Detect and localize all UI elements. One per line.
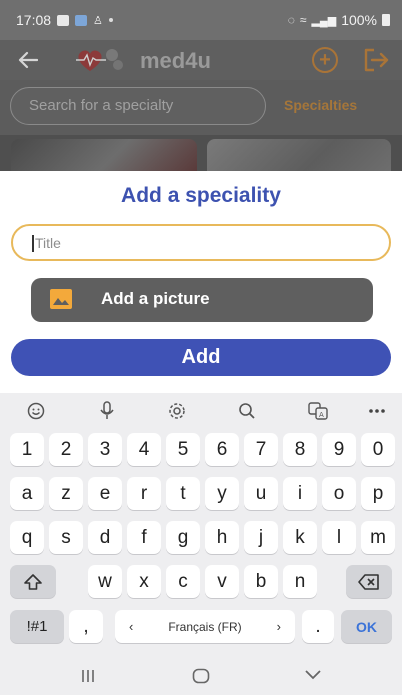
back-button[interactable] (8, 40, 48, 80)
specialty-card[interactable] (207, 139, 391, 171)
key-f[interactable]: f (127, 521, 161, 554)
backspace-icon (358, 573, 379, 590)
heart-logo-icon (76, 49, 123, 71)
key-3[interactable]: 3 (88, 433, 122, 466)
emoji-icon[interactable] (26, 401, 46, 421)
add-specialty-sheet: Add a speciality Title Add a picture Add (0, 171, 402, 393)
keyboard-language: Français (FR) (168, 619, 242, 634)
text-cursor (32, 235, 34, 252)
search-placeholder: Search for a specialty (29, 97, 174, 114)
app-notification-icon (75, 14, 88, 26)
chevron-down-icon (305, 670, 321, 680)
key-h[interactable]: h (205, 521, 239, 554)
home-button[interactable] (192, 668, 210, 689)
key-i[interactable]: i (283, 477, 317, 510)
key-s[interactable]: s (49, 521, 83, 554)
specialty-card[interactable] (11, 139, 197, 171)
key-t[interactable]: t (166, 477, 200, 510)
ok-key[interactable]: OK (341, 610, 392, 643)
sheet-title: Add a speciality (121, 184, 281, 207)
key-y[interactable]: y (205, 477, 239, 510)
key-1[interactable]: 1 (10, 433, 44, 466)
tab-specialties[interactable]: Specialties (284, 97, 357, 113)
key-6[interactable]: 6 (205, 433, 239, 466)
add-specialty-button[interactable]: + (312, 47, 338, 73)
key-p[interactable]: p (361, 477, 395, 510)
title-input[interactable]: Title (11, 224, 391, 261)
key-z[interactable]: z (49, 477, 83, 510)
key-o[interactable]: o (322, 477, 356, 510)
status-bar: 17:08 ♙ ◌ ≈ ▂▄▆ 100% (0, 0, 402, 40)
settings-icon[interactable] (167, 401, 187, 421)
system-nav-bar (0, 660, 402, 695)
shift-icon (24, 573, 42, 590)
key-e[interactable]: e (88, 477, 122, 510)
symbols-key[interactable]: !#1 (10, 610, 64, 643)
key-2[interactable]: 2 (49, 433, 83, 466)
app-bar: med4u + (0, 40, 402, 80)
key-d[interactable]: d (88, 521, 122, 554)
key-8[interactable]: 8 (283, 433, 317, 466)
on-screen-keyboard: A 1 2 3 4 5 6 7 8 9 0 a z e r t y u i o … (0, 393, 402, 660)
battery-level: 100% (341, 12, 377, 28)
period-key[interactable]: . (302, 610, 334, 643)
image-icon (50, 289, 72, 309)
translate-icon[interactable]: A (308, 401, 328, 421)
specialty-cards (0, 135, 402, 171)
arrow-left-icon (18, 51, 38, 69)
key-n[interactable]: n (283, 565, 317, 598)
key-w[interactable]: w (88, 565, 122, 598)
add-picture-label: Add a picture (101, 289, 210, 308)
home-icon (192, 668, 210, 684)
svg-text:A: A (319, 411, 324, 419)
battery-icon (382, 14, 390, 26)
key-u[interactable]: u (244, 477, 278, 510)
recent-apps-button[interactable] (80, 668, 96, 689)
key-l[interactable]: l (322, 521, 356, 554)
chevron-left-icon: ‹ (129, 619, 134, 634)
key-5[interactable]: 5 (166, 433, 200, 466)
key-0[interactable]: 0 (361, 433, 395, 466)
notification-dot-icon (108, 18, 113, 22)
add-button[interactable]: Add (11, 339, 391, 376)
key-v[interactable]: v (205, 565, 239, 598)
key-9[interactable]: 9 (322, 433, 356, 466)
search-row: Search for a specialty Specialties (0, 80, 402, 135)
gallery-notification-icon (57, 14, 70, 26)
key-k[interactable]: k (283, 521, 317, 554)
chevron-right-icon: › (276, 619, 281, 634)
logout-icon[interactable] (362, 47, 390, 73)
hotspot-icon: ◌ (287, 13, 295, 27)
wifi-icon: ≈ (299, 13, 307, 27)
add-picture-button[interactable]: Add a picture (31, 278, 373, 322)
key-x[interactable]: x (127, 565, 161, 598)
key-c[interactable]: c (166, 565, 200, 598)
key-j[interactable]: j (244, 521, 278, 554)
key-b[interactable]: b (244, 565, 278, 598)
recent-apps-icon (82, 670, 94, 682)
hide-keyboard-button[interactable] (304, 668, 322, 686)
search-input[interactable]: Search for a specialty (10, 87, 266, 125)
microphone-icon[interactable] (97, 401, 117, 421)
app-title: med4u (140, 48, 211, 73)
key-g[interactable]: g (166, 521, 200, 554)
key-7[interactable]: 7 (244, 433, 278, 466)
space-key[interactable]: ‹ Français (FR) › (115, 610, 295, 643)
backspace-key[interactable] (346, 565, 392, 598)
signal-icon: ▂▄▆ (311, 14, 337, 27)
key-4[interactable]: 4 (127, 433, 161, 466)
key-q[interactable]: q (10, 521, 44, 554)
comma-key[interactable]: , (69, 610, 103, 643)
accessibility-icon: ♙ (93, 14, 103, 27)
key-m[interactable]: m (361, 521, 395, 554)
status-time: 17:08 (16, 12, 52, 28)
shift-key[interactable] (10, 565, 56, 598)
key-r[interactable]: r (127, 477, 161, 510)
search-icon[interactable] (237, 401, 257, 421)
keyboard-toolbar: A (0, 393, 402, 428)
plus-circle-icon: + (319, 49, 331, 71)
more-icon[interactable] (367, 401, 387, 421)
title-placeholder: Title (35, 235, 61, 251)
key-a[interactable]: a (10, 477, 44, 510)
